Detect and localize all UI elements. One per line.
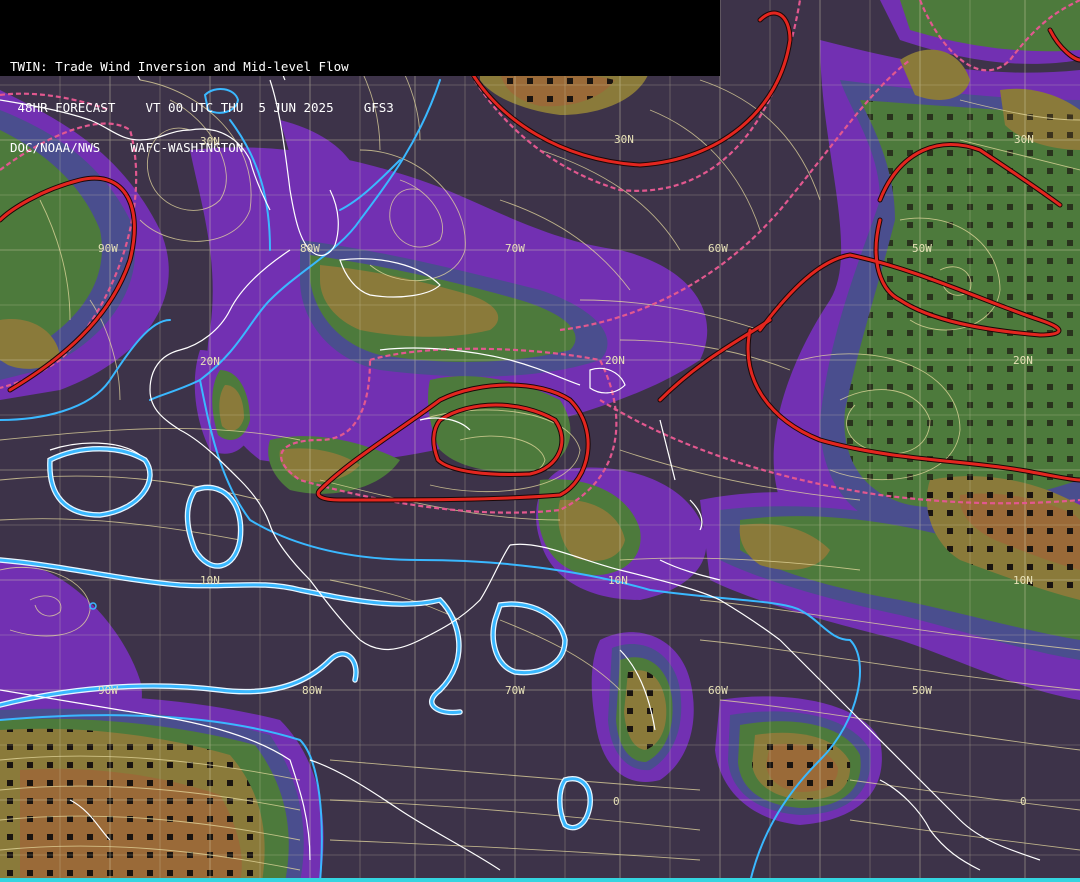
lon-label-50w: 50W (912, 684, 932, 697)
twin-forecast-map: 30N 30N 30N 20N 20N 20N 10N 10N 10N 0 0 … (0, 0, 1080, 882)
bottom-border-bar (0, 878, 1080, 882)
lat-label-20n: 20N (200, 355, 220, 368)
forecast-valid-time: 48HR FORECAST VT 00 UTC THU 5 JUN 2025 G… (10, 99, 394, 115)
lon-label-70w: 70W (505, 242, 525, 255)
map-title-box: TWIN: Trade Wind Inversion and Mid-level… (0, 0, 720, 154)
lat-label-30n: 30N (1014, 133, 1034, 146)
lat-label-equator: 0 (1020, 795, 1027, 808)
lat-label-20n: 20N (605, 354, 625, 367)
lon-label-90w: 90W (98, 684, 118, 697)
lon-label-70w: 70W (505, 684, 525, 697)
lon-label-60w: 60W (708, 242, 728, 255)
lon-label-80w: 80W (300, 242, 320, 255)
product-title: TWIN: Trade Wind Inversion and Mid-level… (10, 59, 349, 74)
lon-label-60w: 60W (708, 684, 728, 697)
lat-label-10n: 10N (200, 574, 220, 587)
lon-label-80w: 80W (302, 684, 322, 697)
lon-label-90w: 90W (98, 242, 118, 255)
lat-label-10n: 10N (1013, 574, 1033, 587)
lat-label-10n: 10N (608, 574, 628, 587)
lat-label-equator: 0 (613, 795, 620, 808)
issuing-agency: DOC/NOAA/NWS WAFC-WASHINGTON (10, 140, 244, 155)
lon-label-50w: 50W (912, 242, 932, 255)
lat-label-20n: 20N (1013, 354, 1033, 367)
